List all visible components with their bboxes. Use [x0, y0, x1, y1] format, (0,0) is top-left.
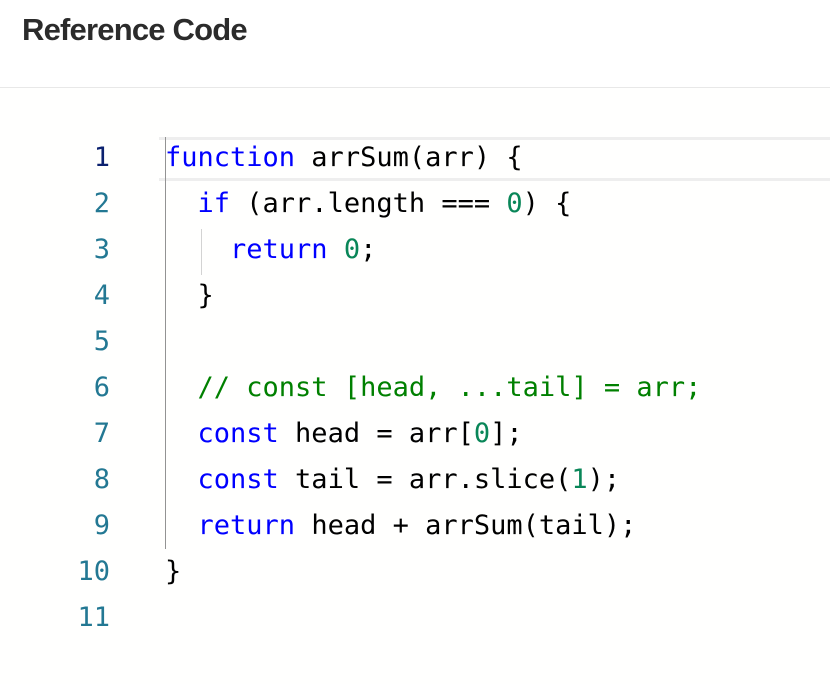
- code-line[interactable]: 1 function arrSum(arr) {: [0, 135, 830, 181]
- text-token: (arr.length ===: [230, 188, 507, 219]
- line-code: }: [165, 273, 214, 319]
- number-token: 0: [343, 234, 361, 265]
- code-line[interactable]: 3 return 0;: [0, 227, 830, 273]
- line-code: const tail = arr.slice(1);: [165, 457, 621, 503]
- line-code: return head + arrSum(tail);: [165, 503, 637, 549]
- line-number: 5: [93, 326, 110, 357]
- line-number: 3: [93, 234, 110, 265]
- line-number: 4: [93, 280, 110, 311]
- text-token: tail = arr.slice(: [278, 464, 572, 495]
- text-token: }: [165, 280, 214, 311]
- keyword-token: return: [197, 510, 296, 541]
- line-code: const head = arr[0];: [165, 411, 523, 457]
- line-number: 8: [93, 464, 110, 495]
- code-line[interactable]: 6 // const [head, ...tail] = arr;: [0, 365, 830, 411]
- keyword-token: const: [197, 464, 279, 495]
- code-line[interactable]: 8 const tail = arr.slice(1);: [0, 457, 830, 503]
- text-token: ) {: [522, 188, 572, 219]
- code-line[interactable]: 11: [0, 595, 830, 641]
- line-number: 2: [93, 188, 110, 219]
- line-number: 1: [93, 142, 110, 173]
- line-code: }: [165, 549, 181, 595]
- comment-token: // const [head, ...tail] = arr;: [197, 372, 702, 403]
- keyword-token: return: [230, 234, 328, 265]
- text-token: }: [165, 556, 182, 587]
- panel-title: Reference Code: [22, 12, 248, 47]
- line-number: 6: [93, 372, 110, 403]
- keyword-token: const: [197, 418, 279, 449]
- keyword-token: function: [165, 142, 296, 173]
- line-code: if (arr.length === 0) {: [165, 181, 572, 227]
- code-line[interactable]: 9 return head + arrSum(tail);: [0, 503, 830, 549]
- line-number: 10: [77, 556, 110, 587]
- panel-header: Reference Code: [0, 0, 830, 88]
- keyword-token: if: [197, 188, 231, 219]
- line-code: // const [head, ...tail] = arr;: [165, 365, 702, 411]
- code-editor[interactable]: 1 function arrSum(arr) {2 if (arr.length …: [0, 89, 830, 684]
- number-token: 0: [473, 418, 491, 449]
- text-token: head = arr[: [278, 418, 474, 449]
- code-line[interactable]: 4 }: [0, 273, 830, 319]
- line-code: function arrSum(arr) {: [165, 135, 523, 181]
- text-token: arrSum(arr) {: [295, 142, 523, 173]
- line-number: 7: [93, 418, 110, 449]
- text-token: head + arrSum(tail);: [295, 510, 637, 541]
- code-line[interactable]: 5: [0, 319, 830, 365]
- text-token: ];: [490, 418, 523, 449]
- line-code: return 0;: [165, 227, 376, 273]
- line-number: 11: [77, 602, 110, 633]
- line-number: 9: [93, 510, 110, 541]
- text-token: ;: [360, 234, 377, 265]
- number-token: 1: [571, 464, 588, 495]
- text-token: );: [587, 464, 621, 495]
- number-token: 0: [506, 188, 523, 219]
- code-line[interactable]: 2 if (arr.length === 0) {: [0, 181, 830, 227]
- code-line[interactable]: 10}: [0, 549, 830, 595]
- code-line[interactable]: 7 const head = arr[0];: [0, 411, 830, 457]
